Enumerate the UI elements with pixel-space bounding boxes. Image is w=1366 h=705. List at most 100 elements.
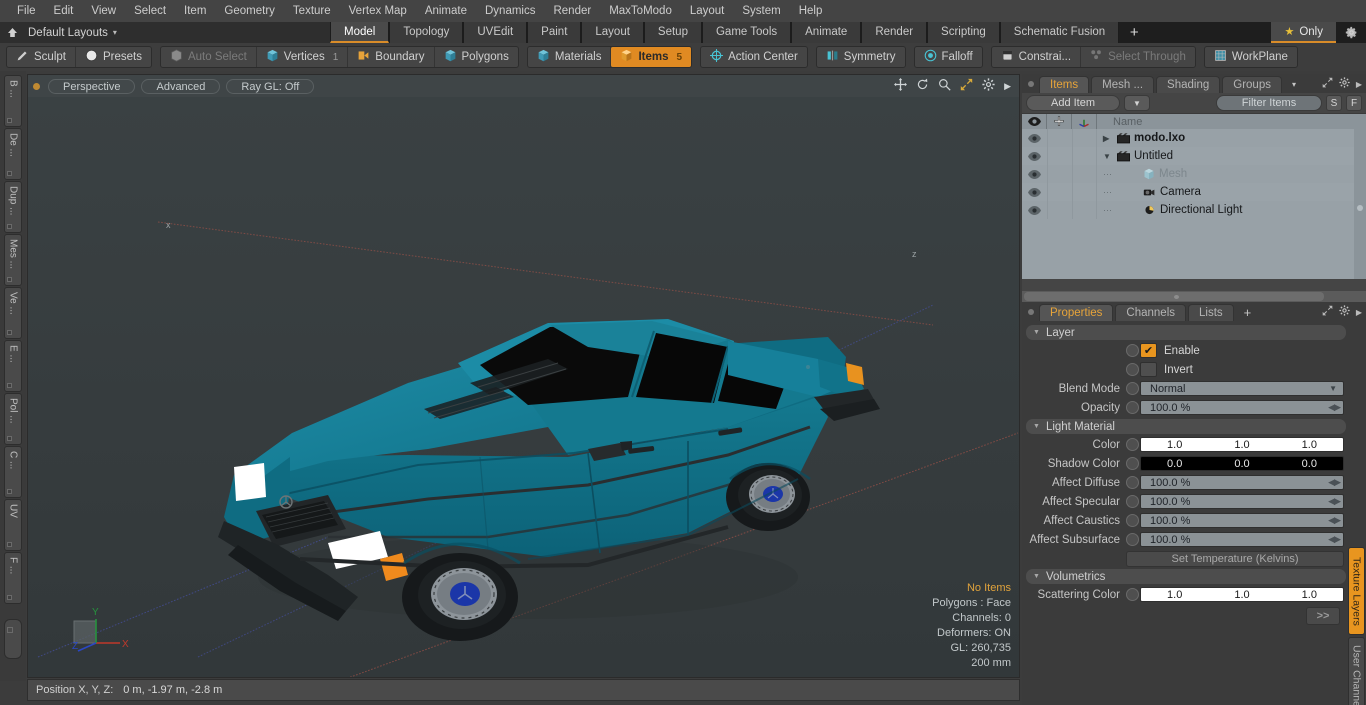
section-header-volumetrics[interactable]: ▼ Volumetrics [1026,569,1346,584]
chevron-down-icon[interactable]: ▼ [1033,329,1040,336]
toolbar-button-presets[interactable]: Presets [76,47,151,67]
list-item[interactable]: ⋯ Camera [1097,186,1366,198]
layout-tab-animate[interactable]: Animate [791,22,862,43]
chevron-down-icon[interactable]: ▼ [1033,423,1040,430]
spinner-icon[interactable]: ◀▶ [1328,534,1341,545]
menu-item-vertex-map[interactable]: Vertex Map [340,0,416,22]
panel-grip-dot[interactable] [1028,81,1034,87]
color-channel-0[interactable]: 0.0 [1141,458,1208,470]
layout-tab-schematic-fusion[interactable]: Schematic Fusion [999,22,1120,43]
menu-item-view[interactable]: View [82,0,125,22]
toolbar-button-polygons[interactable]: Polygons [435,47,518,67]
toolbar-button-sculpt[interactable]: Sculpt [7,47,76,67]
color-channel-2[interactable]: 0.0 [1276,458,1343,470]
color-color-field[interactable]: 1.0 1.0 1.0 [1140,437,1344,452]
viewport-state-dot[interactable] [33,82,40,90]
menu-item-render[interactable]: Render [544,0,600,22]
move-icon[interactable] [894,78,908,94]
layout-selector[interactable]: Default Layouts ▾ [0,22,330,43]
tab-lists[interactable]: Lists [1188,304,1234,321]
table-row[interactable]: ⋯ Directional Light [1022,201,1366,219]
spinner-icon[interactable]: ◀▶ [1328,515,1341,526]
table-row[interactable]: ⋯ Mesh [1022,165,1366,183]
channel-knob-icon[interactable] [1126,382,1139,395]
chevron-down-icon[interactable]: ▼ [1103,152,1113,161]
table-row[interactable]: ▶ modo.lxo [1022,129,1366,147]
menu-item-system[interactable]: System [733,0,789,22]
viewport-3d[interactable]: Perspective Advanced Ray GL: Off ▶ x z X… [27,74,1020,678]
expand-icon[interactable] [1322,305,1333,319]
toolbar-button-workplane[interactable]: WorkPlane [1205,47,1297,67]
eye-icon[interactable] [1022,187,1047,197]
left-strip-bottom-panel[interactable] [4,619,22,659]
viewport-canvas[interactable]: x z X Y Z No Items Polygons: Face Chann… [28,97,1019,677]
chevron-down-icon[interactable]: ▾ [113,28,117,37]
items-tab-overflow-icon[interactable]: ▾ [1284,76,1304,93]
color-channel-1[interactable]: 1.0 [1208,439,1275,451]
add-properties-tab-button[interactable]: + [1236,304,1260,321]
row-axis-cell[interactable] [1072,183,1097,201]
gear-icon[interactable] [1339,77,1350,91]
layout-tab-layout[interactable]: Layout [581,22,644,43]
zoom-icon[interactable] [938,78,951,94]
add-layout-tab-button[interactable]: + [1119,22,1150,43]
right-tab-texture-layers[interactable]: Texture Layers [1348,547,1365,635]
chevron-right-icon[interactable]: ▶ [1356,308,1362,317]
row-axis-cell[interactable] [1072,147,1097,165]
enable-checkbox[interactable]: ✔ [1140,343,1157,358]
toolbar-button-vertices[interactable]: Vertices 1 [257,47,349,67]
channel-knob-icon[interactable] [1126,438,1139,451]
rotate-icon[interactable] [916,78,929,94]
channel-knob-icon[interactable] [1126,344,1139,357]
channel-knob-icon[interactable] [1126,457,1139,470]
spinner-icon[interactable]: ◀▶ [1328,402,1341,413]
color-channel-0[interactable]: 1.0 [1141,439,1208,451]
toolbar-button-items[interactable]: Items 5 [611,47,692,67]
menu-item-animate[interactable]: Animate [416,0,476,22]
toolbar-button-select-through[interactable]: Select Through [1081,47,1195,67]
toolbar-button-falloff[interactable]: Falloff [915,47,982,67]
eye-icon[interactable] [1022,205,1047,215]
layout-tab-uvedit[interactable]: UVEdit [463,22,528,43]
menu-item-edit[interactable]: Edit [45,0,83,22]
row-axis-cell[interactable] [1072,201,1097,219]
channel-knob-icon[interactable] [1126,401,1139,414]
tab-mesh[interactable]: Mesh ... [1091,76,1155,93]
row-lock-cell[interactable] [1047,201,1072,219]
table-row[interactable]: ▼ Untitled [1022,147,1366,165]
color-channel-0[interactable]: 1.0 [1141,589,1208,601]
tab-shading[interactable]: Shading [1156,76,1221,93]
row-lock-cell[interactable] [1047,165,1072,183]
add-item-button[interactable]: Add Item [1026,95,1121,111]
layout-tab-game-tools[interactable]: Game Tools [701,22,792,43]
scrollbar-thumb[interactable] [1024,292,1324,301]
layout-tab-scripting[interactable]: Scripting [927,22,1000,43]
layout-tab-model[interactable]: Model [330,22,390,43]
list-item[interactable]: ⋯ Directional Light [1097,204,1366,216]
row-axis-cell[interactable] [1072,165,1097,183]
viewport-shading-selector[interactable]: Advanced [141,78,221,94]
invert-checkbox[interactable] [1140,362,1157,377]
menu-item-maxtomodo[interactable]: MaxToModo [600,0,681,22]
channel-knob-icon[interactable] [1126,476,1139,489]
gear-icon[interactable] [982,78,995,94]
filter-f-button[interactable]: F [1346,95,1362,111]
row-lock-cell[interactable] [1047,147,1072,165]
affect-diffuse-input[interactable]: 100.0 % ◀▶ [1140,475,1344,490]
tab-properties[interactable]: Properties [1039,304,1114,321]
items-tree-vertical-scrollbar[interactable] [1354,129,1366,279]
right-tab-user-channels[interactable]: User Channels [1348,637,1365,705]
menu-item-help[interactable]: Help [790,0,832,22]
row-lock-cell[interactable] [1047,129,1072,147]
layout-tab-setup[interactable]: Setup [643,22,702,43]
affect-subsurface-input[interactable]: 100.0 % ◀▶ [1140,532,1344,547]
list-item[interactable]: ▶ modo.lxo [1097,132,1366,144]
menu-item-dynamics[interactable]: Dynamics [476,0,544,22]
set-temperature-kelvins-button[interactable]: Set Temperature (Kelvins) [1126,551,1344,567]
toolbar-button-constrai[interactable]: Constrai... [992,47,1082,67]
tab-items[interactable]: Items [1039,76,1090,93]
channel-knob-icon[interactable] [1126,495,1139,508]
row-lock-cell[interactable] [1047,183,1072,201]
tab-groups[interactable]: Groups [1222,76,1282,93]
table-row[interactable]: ⋯ Camera [1022,183,1366,201]
